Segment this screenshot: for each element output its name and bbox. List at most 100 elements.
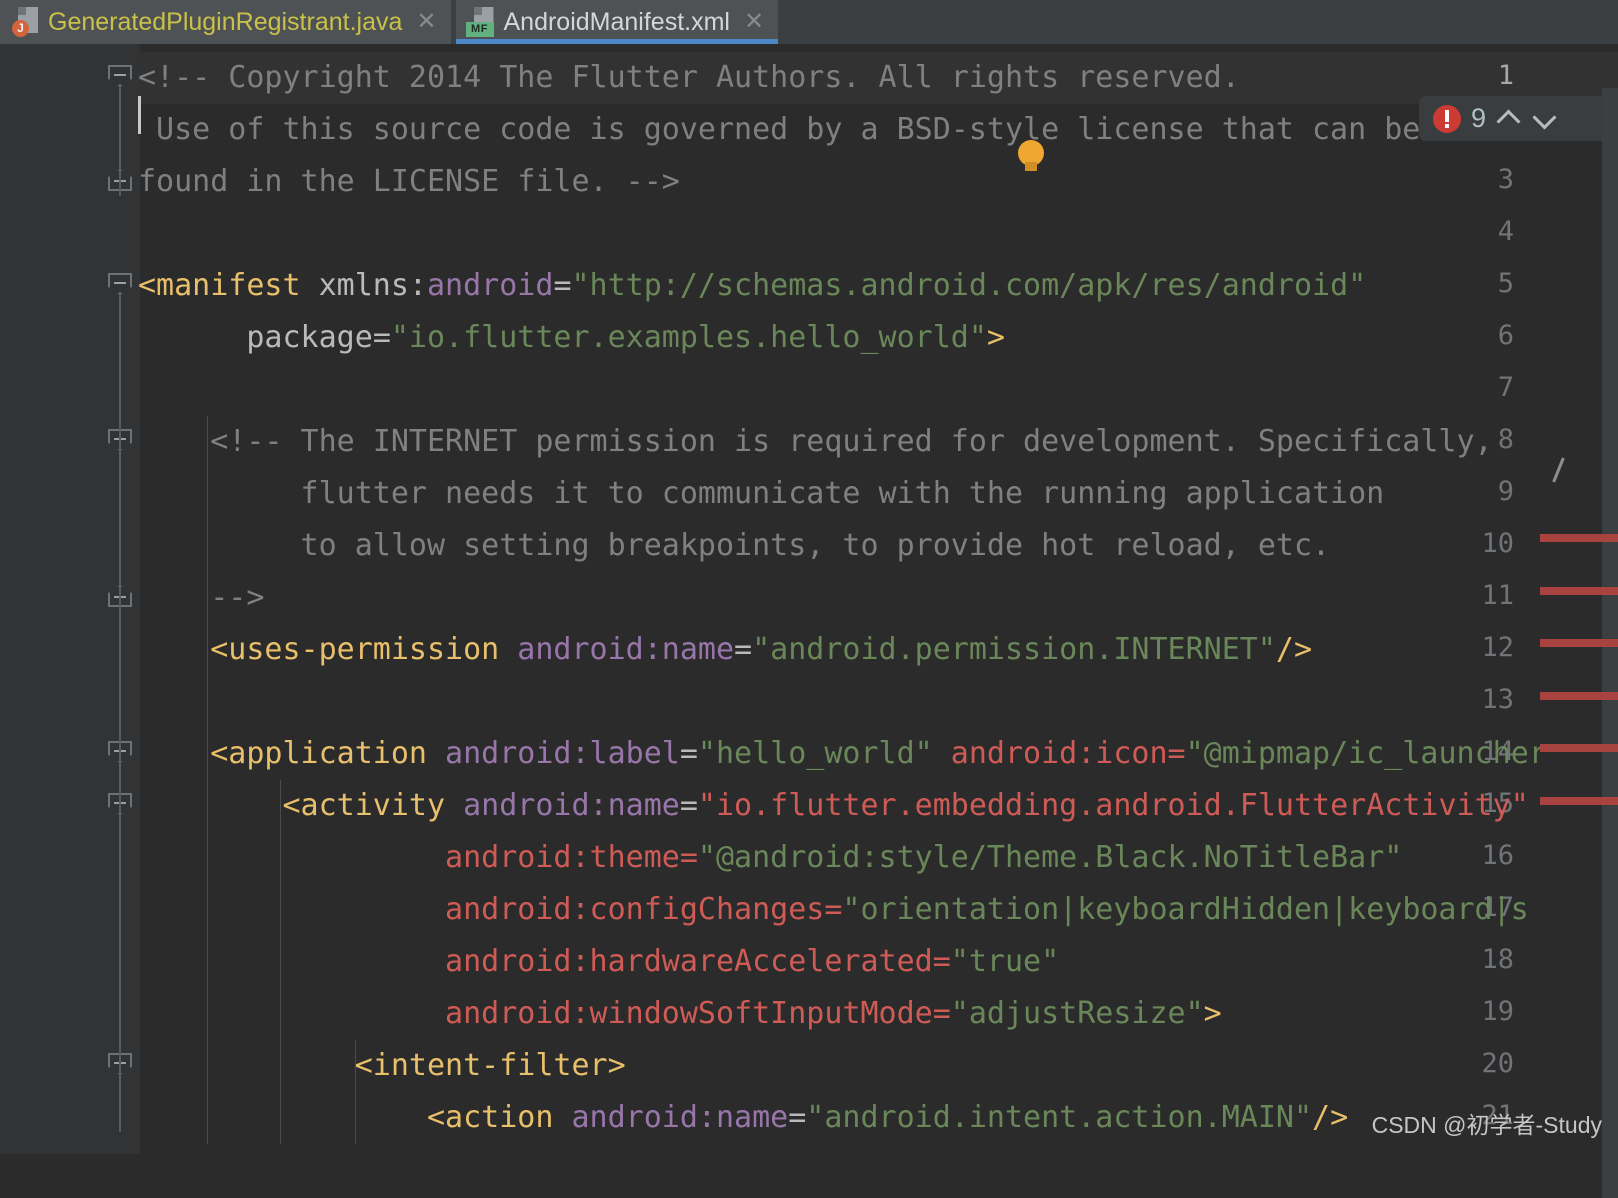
code-token: = (373, 320, 391, 355)
manifest-badge: MF (466, 22, 494, 37)
tab-label: AndroidManifest.xml (504, 8, 730, 37)
scrollbar-mark (1548, 459, 1570, 481)
code-token: "orientation|keyboardHidden|keyboard|s (842, 892, 1528, 927)
chevron-down-icon[interactable] (1532, 106, 1558, 132)
inspection-widget[interactable]: 9 (1419, 96, 1609, 141)
code-token: android:icon (951, 736, 1168, 771)
error-stripe-mark[interactable] (1540, 692, 1618, 700)
close-icon[interactable]: ✕ (416, 10, 436, 34)
code-token: to allow setting breakpoints, to provide… (138, 528, 1330, 563)
code-token: flutter needs it to communicate with the… (138, 476, 1384, 511)
code-token: "http://schemas.android.com/apk/res/andr… (572, 268, 1367, 303)
code-token: found in the LICENSE file. --> (138, 164, 680, 199)
error-stripe-mark[interactable] (1540, 797, 1618, 805)
line-number: 19 (1394, 996, 1514, 1027)
code-token: android:configChanges (138, 892, 824, 927)
code-editor[interactable]: 123456789101112131415161718192021 <!-- C… (0, 44, 1618, 1154)
code-token: xmlns: (301, 268, 427, 303)
chevron-up-icon[interactable] (1496, 106, 1522, 132)
line-number: 10 (1394, 528, 1514, 559)
code-token: "android.permission.INTERNET" (752, 632, 1276, 667)
code-line[interactable]: found in the LICENSE file. --> (138, 156, 680, 208)
code-token: "android.intent.action.MAIN" (806, 1100, 1312, 1135)
code-token: /> (1276, 632, 1312, 667)
line-number: 5 (1394, 268, 1514, 299)
code-line[interactable]: <application android:label="hello_world"… (138, 728, 1547, 780)
error-circle-icon (1433, 105, 1461, 133)
lightbulb-icon[interactable] (1016, 140, 1046, 172)
code-token: android (517, 632, 643, 667)
line-number: 20 (1394, 1048, 1514, 1079)
code-line[interactable]: to allow setting breakpoints, to provide… (138, 520, 1330, 572)
code-token: <activity (138, 788, 445, 823)
code-token: Use of this source code is governed by a… (138, 112, 1420, 147)
line-number: 13 (1394, 684, 1514, 715)
code-line[interactable]: <action android:name="android.intent.act… (138, 1092, 1348, 1144)
code-token: android (427, 268, 553, 303)
code-line[interactable]: <manifest xmlns:android="http://schemas.… (138, 260, 1366, 312)
text-caret (138, 96, 141, 134)
editor-tab-bar: J GeneratedPluginRegistrant.java ✕ MF An… (0, 0, 1618, 44)
code-token: <manifest (138, 268, 301, 303)
code-token: :name (644, 632, 734, 667)
error-stripe-mark[interactable] (1540, 744, 1618, 752)
code-line[interactable]: flutter needs it to communicate with the… (138, 468, 1384, 520)
close-icon[interactable]: ✕ (744, 10, 764, 34)
code-line[interactable]: <intent-filter> (138, 1040, 626, 1092)
code-line[interactable]: android:hardwareAccelerated="true" (138, 936, 1059, 988)
code-token: > (608, 1048, 626, 1083)
code-token: <!-- Copyright 2014 The Flutter Authors.… (138, 60, 1240, 95)
line-number: 18 (1394, 944, 1514, 975)
code-token: = (824, 892, 842, 927)
code-line[interactable]: android:configChanges="orientation|keybo… (138, 884, 1529, 936)
code-token: :name (590, 788, 680, 823)
error-stripe-mark[interactable] (1540, 587, 1618, 595)
code-token: "@android:style/Theme.Black.NoTitleBar" (698, 840, 1402, 875)
code-token: = (933, 996, 951, 1031)
fold-region-line (119, 448, 121, 612)
code-token (445, 788, 463, 823)
code-token: "@mipmap/ic_launcher (1186, 736, 1547, 771)
error-count: 9 (1471, 103, 1486, 134)
fold-region-line (119, 84, 121, 196)
line-number: 9 (1394, 476, 1514, 507)
code-token: package (138, 320, 373, 355)
fold-region-line (119, 1072, 121, 1132)
code-line[interactable]: Use of this source code is governed by a… (138, 104, 1420, 156)
tab-android-manifest[interactable]: MF AndroidManifest.xml ✕ (456, 0, 779, 44)
code-line[interactable]: android:windowSoftInputMode="adjustResiz… (138, 988, 1222, 1040)
code-token: <uses-permission (138, 632, 499, 667)
code-token: android (445, 736, 571, 771)
java-badge: J (12, 20, 29, 37)
code-line[interactable]: package="io.flutter.examples.hello_world… (138, 312, 1005, 364)
code-token: android:windowSoftInputMode (138, 996, 933, 1031)
code-token: = (680, 840, 698, 875)
code-token: android (571, 1100, 697, 1135)
manifest-file-icon: MF (468, 7, 494, 37)
code-token: = (933, 944, 951, 979)
code-line[interactable]: <uses-permission android:name="android.p… (138, 624, 1312, 676)
code-line[interactable]: android:theme="@android:style/Theme.Blac… (138, 832, 1402, 884)
code-line[interactable]: <!-- The INTERNET permission is required… (138, 416, 1493, 468)
code-token (499, 632, 517, 667)
code-line[interactable]: --> (138, 572, 264, 624)
code-token: = (553, 268, 571, 303)
code-token (553, 1100, 571, 1135)
code-token: "io.flutter.embedding.android.FlutterAct… (698, 788, 1529, 823)
code-line[interactable]: <activity android:name="io.flutter.embed… (138, 780, 1529, 832)
code-token: :label (571, 736, 679, 771)
code-token: --> (138, 580, 264, 615)
code-token (427, 736, 445, 771)
code-token: = (788, 1100, 806, 1135)
line-number: 7 (1394, 372, 1514, 403)
code-line[interactable]: <!-- Copyright 2014 The Flutter Authors.… (138, 52, 1240, 104)
code-token: :name (698, 1100, 788, 1135)
code-token (933, 736, 951, 771)
line-number: 6 (1394, 320, 1514, 351)
code-token: <intent-filter (138, 1048, 608, 1083)
error-stripe-mark[interactable] (1540, 534, 1618, 542)
error-stripe-mark[interactable] (1540, 639, 1618, 647)
tab-label: GeneratedPluginRegistrant.java (48, 8, 402, 37)
line-number: 4 (1394, 216, 1514, 247)
tab-generated-plugin-registrant[interactable]: J GeneratedPluginRegistrant.java ✕ (0, 0, 451, 44)
